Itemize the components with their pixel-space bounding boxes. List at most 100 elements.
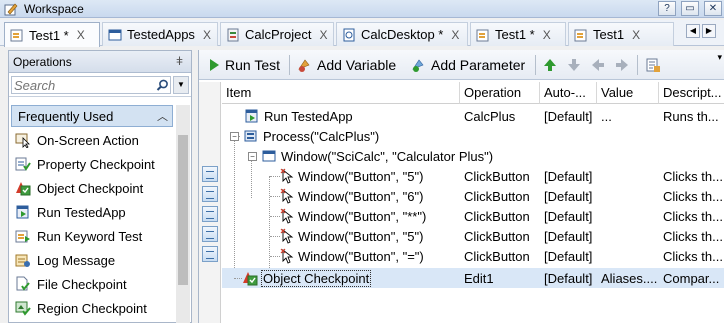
row-selector-icon[interactable] [202,166,218,182]
operations-scrollbar[interactable] [176,105,190,323]
operation-cell[interactable]: ClickButton [464,206,542,226]
op-on-screen-action[interactable]: On-Screen Action [15,129,139,151]
desktop-icon [343,28,355,41]
toolbar-separator [637,55,638,75]
region-checkpoint-icon [15,301,31,316]
table-row[interactable]: Window("Button", "6") ClickButton [Defau… [222,186,724,206]
indent-icon[interactable] [615,58,629,72]
description-cell[interactable]: Compar... [663,268,724,288]
auto-wait-cell[interactable]: [Default] [544,106,599,126]
value-cell[interactable]: Aliases.... [601,268,661,288]
description-cell[interactable]: Clicks th... [663,206,724,226]
tab-test1-active[interactable]: Test1 * X [4,22,100,47]
op-run-testedapp[interactable]: Run TestedApp [15,201,126,223]
operation-cell[interactable]: Edit1 [464,268,542,288]
value-cell[interactable]: ... [601,106,661,126]
op-file-checkpoint[interactable]: File Checkpoint [15,273,127,295]
close-window-button[interactable]: ✕ [704,1,722,16]
close-tab-icon[interactable]: X [319,28,327,42]
column-header-auto-wait[interactable]: Auto-... [540,82,597,104]
toolbar-separator [289,55,290,75]
op-run-keyword-test[interactable]: Run Keyword Test [15,225,142,247]
search-input[interactable] [11,76,171,94]
tab-calcproject[interactable]: CalcProject X [220,22,334,46]
toolbar-overflow-icon[interactable]: ▾ [717,52,722,63]
operation-cell[interactable]: ClickButton [464,226,542,246]
column-header-value[interactable]: Value [597,82,659,104]
add-parameter-button[interactable]: Add Parameter [411,54,525,76]
tab-test1-b[interactable]: Test1 * X [470,22,566,46]
collapse-chevron-icon[interactable]: ︿ [157,108,168,124]
item-cell: − Window("SciCalc", "Calculator Plus") [248,146,578,166]
op-property-checkpoint[interactable]: Property Checkpoint [15,153,155,175]
description-cell[interactable]: Clicks th... [663,166,724,186]
on-screen-action-icon [15,133,30,148]
column-header-item[interactable]: Item [222,82,460,104]
run-test-label: Run Test [225,57,280,73]
help-button[interactable]: ? [658,1,676,16]
description-cell[interactable]: Clicks th... [663,186,724,206]
auto-wait-cell[interactable]: [Default] [544,166,599,186]
table-row[interactable]: Window("Button", "5") ClickButton [Defau… [222,226,724,246]
description-cell[interactable]: Clicks th... [663,246,724,266]
row-selector-icon[interactable] [202,246,218,262]
close-tab-icon[interactable]: X [203,28,211,42]
auto-wait-cell[interactable]: [Default] [544,226,599,246]
search-icon[interactable] [156,79,169,92]
collapse-toggle-icon[interactable]: − [230,131,239,141]
pin-icon[interactable]: ǂ [176,54,183,68]
operation-cell[interactable]: ClickButton [464,246,542,266]
move-down-icon[interactable] [567,58,581,72]
tab-testedapps[interactable]: TestedApps X [102,22,218,46]
auto-wait-cell[interactable]: [Default] [544,268,599,288]
item-cell: − Process("CalcPlus") [230,126,460,146]
column-header-description[interactable]: Descript... [659,82,724,104]
tab-calcdesktop[interactable]: CalcDesktop * X [336,22,468,46]
search-dropdown-button[interactable]: ▼ [173,76,189,94]
operations-panel: Operations ǂ ▼ Frequently Used ︿ On-Scre… [8,50,192,323]
op-label: File Checkpoint [37,276,127,292]
test-icon [10,29,23,42]
item-label: Window("Button", "6") [298,188,424,204]
row-selector-icon[interactable] [202,226,218,242]
tab-test1-c[interactable]: Test1 X [568,22,674,46]
operation-cell[interactable]: CalcPlus [464,106,542,126]
table-row[interactable]: Window("Button", "5") ClickButton [Defau… [222,166,724,186]
auto-wait-cell[interactable]: [Default] [544,206,599,226]
add-variable-button[interactable]: Add Variable [297,54,396,76]
description-cell[interactable]: Runs th... [663,106,724,126]
close-tab-icon[interactable]: X [543,28,551,42]
close-tab-icon[interactable]: X [77,28,85,42]
operation-cell[interactable]: ClickButton [464,166,542,186]
row-selector-icon[interactable] [202,206,218,222]
op-log-message[interactable]: Log Message [15,249,115,271]
table-row[interactable]: Window("Button", "**") ClickButton [Defa… [222,206,724,226]
table-row[interactable]: Run TestedApp CalcPlus [Default] ... Run… [222,106,724,126]
close-tab-icon[interactable]: X [632,28,640,42]
table-row-selected[interactable]: Object Checkpoint Edit1 [Default] Aliase… [222,268,724,288]
window-icon [262,150,276,162]
properties-icon[interactable] [645,57,661,73]
frequently-used-group[interactable]: Frequently Used ︿ [11,105,173,127]
tab-scroll-left-icon[interactable]: ◀ [686,24,700,38]
column-header-operation[interactable]: Operation [460,82,540,104]
collapse-toggle-icon[interactable]: − [248,151,257,161]
outdent-icon[interactable] [591,58,605,72]
op-region-checkpoint[interactable]: Region Checkpoint [15,297,147,319]
restore-button[interactable]: ▭ [681,1,699,16]
table-row[interactable]: − Window("SciCalc", "Calculator Plus") [222,146,724,166]
auto-wait-cell[interactable]: [Default] [544,246,599,266]
operation-cell[interactable]: ClickButton [464,186,542,206]
op-object-checkpoint[interactable]: Object Checkpoint [15,177,143,199]
auto-wait-cell[interactable]: [Default] [544,186,599,206]
run-test-button[interactable]: Run Test [207,54,280,76]
tab-scroll-right-icon[interactable]: ▶ [702,24,716,38]
close-tab-icon[interactable]: X [451,28,459,42]
scrollbar-thumb[interactable] [178,135,188,285]
table-row[interactable]: − Process("CalcPlus") [222,126,724,146]
table-row[interactable]: Window("Button", "=") ClickButton [Defau… [222,246,724,266]
row-selector-icon[interactable] [202,186,218,202]
description-cell[interactable]: Clicks th... [663,226,724,246]
title-bar: Workspace ? ▭ ✕ [0,0,724,18]
move-up-icon[interactable] [543,58,557,72]
